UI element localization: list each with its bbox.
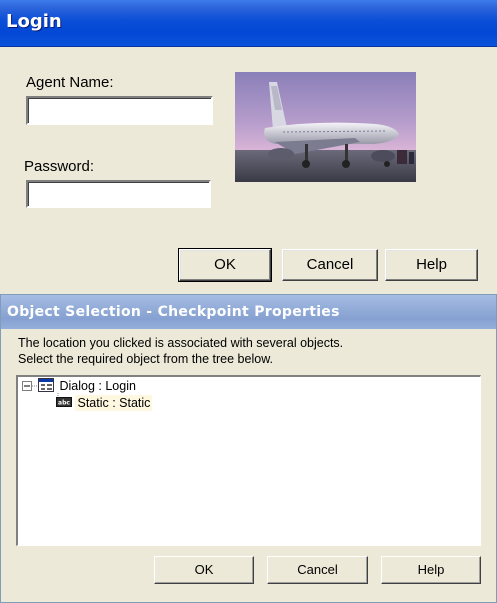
login-title: Login <box>6 11 62 32</box>
airplane-photo <box>235 72 416 182</box>
object-selection-help-button[interactable]: Help <box>381 556 481 584</box>
svg-text:abc: abc <box>58 400 70 407</box>
object-selection-message-line2: Select the required object from the tree… <box>18 352 274 366</box>
object-selection-help-label: Help <box>417 562 445 577</box>
object-selection-title: Object Selection - Checkpoint Properties <box>7 304 340 320</box>
airplane-icon <box>235 72 416 182</box>
agent-name-label: Agent Name: <box>26 74 114 91</box>
login-ok-label: OK <box>214 256 236 273</box>
collapse-toggle-icon[interactable] <box>22 381 32 391</box>
login-help-button[interactable]: Help <box>385 249 478 281</box>
login-help-label: Help <box>416 256 447 273</box>
tree-node-dialog-login[interactable]: Dialog : Login <box>38 378 138 393</box>
tree-node-static-static[interactable]: abc Static : Static <box>56 395 153 411</box>
static-text-icon: abc <box>56 397 72 407</box>
login-cancel-button[interactable]: Cancel <box>282 249 378 281</box>
tree-node-dialog-label: Dialog : Login <box>59 379 136 393</box>
login-window: Login Agent Name: Password: OK Cancel He… <box>0 0 497 293</box>
object-selection-ok-button[interactable]: OK <box>154 556 254 584</box>
login-cancel-label: Cancel <box>306 256 354 273</box>
object-selection-dialog: Object Selection - Checkpoint Properties… <box>0 294 497 603</box>
object-selection-title-bar[interactable]: Object Selection - Checkpoint Properties <box>1 295 496 329</box>
password-label: Password: <box>24 158 95 175</box>
object-selection-cancel-button[interactable]: Cancel <box>267 556 368 584</box>
object-selection-cancel-label: Cancel <box>297 562 338 577</box>
tree-node-static-label: Static : Static <box>75 395 153 411</box>
dialog-icon <box>38 378 54 392</box>
object-selection-ok-label: OK <box>194 562 214 577</box>
object-selection-message-line1: The location you clicked is associated w… <box>18 336 344 350</box>
password-field[interactable] <box>26 180 211 208</box>
object-tree[interactable]: Dialog : Login abc Static : Static <box>16 375 481 546</box>
login-title-bar[interactable]: Login <box>0 0 497 47</box>
login-ok-button[interactable]: OK <box>178 248 272 282</box>
agent-name-field[interactable] <box>26 96 213 125</box>
